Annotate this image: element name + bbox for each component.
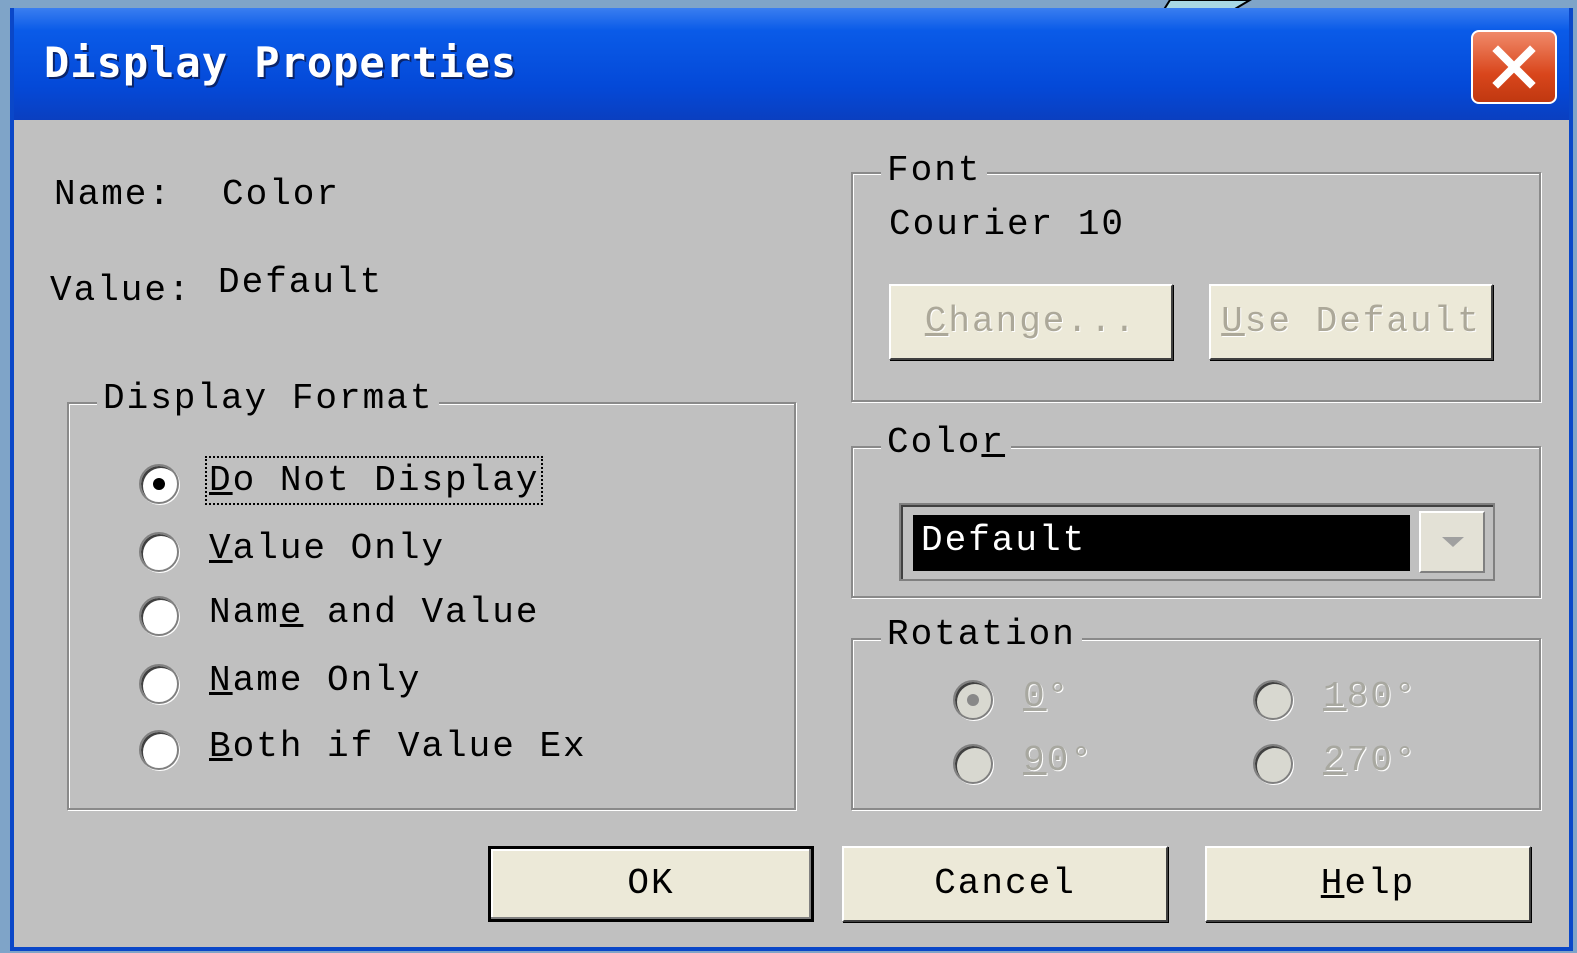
radio-label: Name and Value xyxy=(209,592,540,633)
ok-button[interactable]: OK xyxy=(488,846,814,922)
dropdown-arrow-button[interactable] xyxy=(1419,511,1485,573)
name-label: Name: xyxy=(54,174,173,215)
close-button[interactable] xyxy=(1471,30,1557,104)
rotation-legend: Rotation xyxy=(881,614,1082,655)
radio-button[interactable] xyxy=(139,730,179,770)
value-label: Value: xyxy=(50,270,192,311)
help-button[interactable]: Help xyxy=(1205,846,1531,922)
radio-button[interactable] xyxy=(1253,744,1293,784)
radio-label: 270° xyxy=(1323,740,1418,781)
title-bar[interactable]: Display Properties xyxy=(14,8,1569,120)
radio-button[interactable] xyxy=(953,680,993,720)
radio-button[interactable] xyxy=(139,664,179,704)
radio-button[interactable] xyxy=(139,596,179,636)
radio-button[interactable] xyxy=(139,532,179,572)
color-dropdown-value[interactable]: Default xyxy=(913,515,1410,571)
change-font-button[interactable]: Change... xyxy=(889,284,1173,360)
font-current-value: Courier 10 xyxy=(889,204,1126,245)
display-format-legend: Display Format xyxy=(97,378,440,419)
use-default-font-button[interactable]: Use Default xyxy=(1209,284,1493,360)
radio-label: 180° xyxy=(1323,676,1418,717)
value-value: Default xyxy=(218,262,384,303)
display-properties-dialog: Display Properties Name: Color Value: De… xyxy=(10,8,1573,951)
radio-label: Do Not Display xyxy=(204,456,544,505)
radio-label: Value Only xyxy=(209,528,446,569)
color-dropdown[interactable]: Default xyxy=(899,503,1495,581)
color-legend: Color xyxy=(881,422,1012,463)
window-title: Display Properties xyxy=(44,38,518,87)
display-format-group: Display Format Do Not Display Value Only… xyxy=(67,378,796,810)
font-group: Font Courier 10 Change... Use Default xyxy=(851,150,1541,402)
radio-label: Both if Value Ex xyxy=(209,726,587,767)
font-legend: Font xyxy=(881,150,988,191)
radio-button[interactable] xyxy=(139,464,179,504)
radio-label: Name Only xyxy=(209,660,422,701)
radio-button[interactable] xyxy=(1253,680,1293,720)
name-value: Color xyxy=(222,174,341,215)
radio-label: 90° xyxy=(1023,740,1094,781)
cancel-button[interactable]: Cancel xyxy=(842,846,1168,922)
radio-button[interactable] xyxy=(953,744,993,784)
radio-label: 0° xyxy=(1023,676,1071,717)
close-icon xyxy=(1492,45,1536,89)
rotation-group: Rotation 0° 180° 90° 270° xyxy=(851,614,1541,810)
